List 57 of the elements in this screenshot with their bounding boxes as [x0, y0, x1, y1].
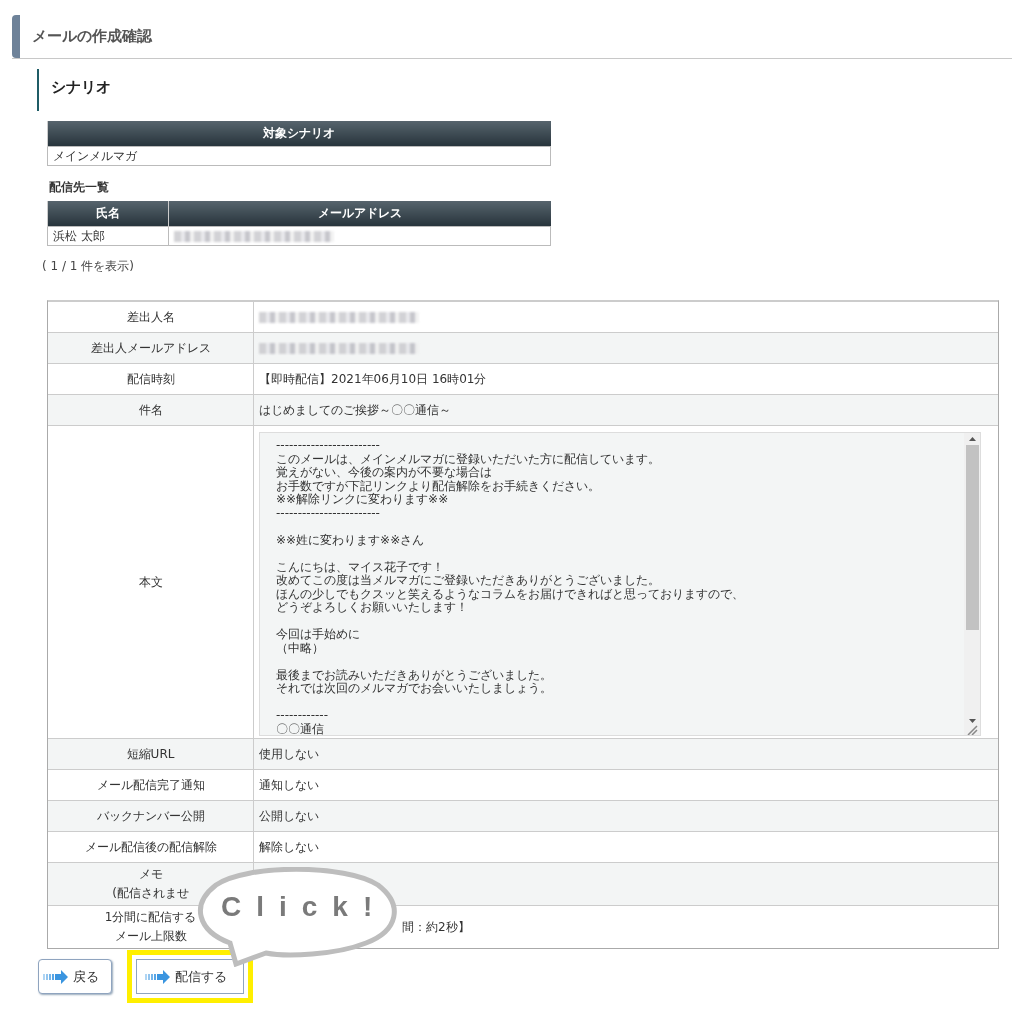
page-title: メールの作成確認	[32, 27, 152, 46]
field-value: 公開しない	[259, 807, 319, 825]
field-label: メモ	[138, 866, 163, 883]
body-text-area[interactable]	[259, 432, 981, 736]
arrow-icon	[145, 969, 171, 984]
column-header: 氏名	[47, 201, 169, 227]
field-label: (配信されませ	[112, 885, 189, 902]
field-value: 間：約2秒】	[402, 918, 470, 936]
body-line: それでは次回のメルマガでお会いいたしましょう。	[276, 682, 553, 696]
field-value: 【即時配信】2021年06月10日 16時01分	[259, 370, 487, 388]
field-label: メール配信後の配信解除	[84, 838, 217, 856]
list-title: 配信先一覧	[49, 180, 109, 195]
body-line: ------------------------	[276, 506, 381, 520]
table-cell: 浜松 太郎	[47, 226, 169, 246]
body-line: 覚えがない、今後の案内が不要な場合は	[276, 466, 493, 479]
field-label: 1分間に配信する	[104, 909, 197, 926]
callout-text: Click!	[221, 891, 388, 923]
field-value: 通知しない	[259, 776, 319, 794]
field-label: メール配信完了通知	[96, 776, 205, 794]
field-value: 解除しない	[259, 838, 319, 856]
scrollbar[interactable]	[964, 433, 980, 735]
body-line: お手数ですが下記リンクより配信解除をお手続きください。	[276, 479, 601, 493]
field-label: 差出人メールアドレス	[90, 339, 211, 357]
field-label: 配信時刻	[126, 370, 175, 388]
field-label: 短縮URL	[126, 745, 175, 763]
scroll-down-icon[interactable]	[967, 717, 977, 725]
body-line: ※※解除リンクに変わります※※	[276, 493, 449, 507]
body-line: どうぞよろしくお願いいたします！	[276, 601, 469, 615]
body-line: ※※姓に変わります※※さん	[276, 533, 426, 547]
column-header: メールアドレス	[168, 201, 551, 227]
arrow-icon	[43, 969, 69, 984]
field-label: 本文	[138, 573, 163, 591]
column-header: 対象シナリオ	[47, 121, 551, 147]
back-button[interactable]: 戻る	[38, 959, 112, 994]
result-count: ( 1 / 1 件を表示)	[42, 258, 134, 275]
send-button[interactable]: 配信する	[127, 950, 253, 1003]
body-line: 最後までお読みいただきありがとうございました。	[276, 668, 553, 682]
body-line: ------------------------	[276, 439, 381, 453]
body-line: （中略）	[276, 641, 325, 655]
body-line: こんにちは、マイス花子です！	[276, 560, 445, 574]
body-line: このメールは、メインメルマガに登録いただいた方に配信しています。	[276, 452, 661, 466]
field-value: はじめましてのご挨拶～〇〇通信～	[259, 401, 451, 419]
body-line: 改めてこの度は当メルマガにご登録いただきありがとうございました。	[276, 574, 661, 588]
body-line: 〇〇通信	[276, 722, 325, 735]
field-label: バックナンバー公開	[96, 807, 205, 825]
section-title: シナリオ	[50, 77, 111, 98]
section-accent-bar	[37, 69, 39, 111]
resize-grip-icon[interactable]	[966, 725, 978, 735]
field-label: 差出人名	[126, 308, 175, 326]
field-label: 件名	[138, 401, 163, 419]
body-line: 今回は手始めに	[276, 628, 361, 642]
body-line: ほんの少しでもクスッと笑えるようなコラムをお届けできればと思っておりますので、	[276, 587, 745, 601]
field-label: メール上限数	[114, 928, 187, 945]
header-accent-bar	[12, 15, 20, 58]
field-value: 使用しない	[259, 745, 319, 763]
table-cell: メインメルマガ	[47, 146, 551, 166]
body-line: ------------	[276, 709, 329, 723]
